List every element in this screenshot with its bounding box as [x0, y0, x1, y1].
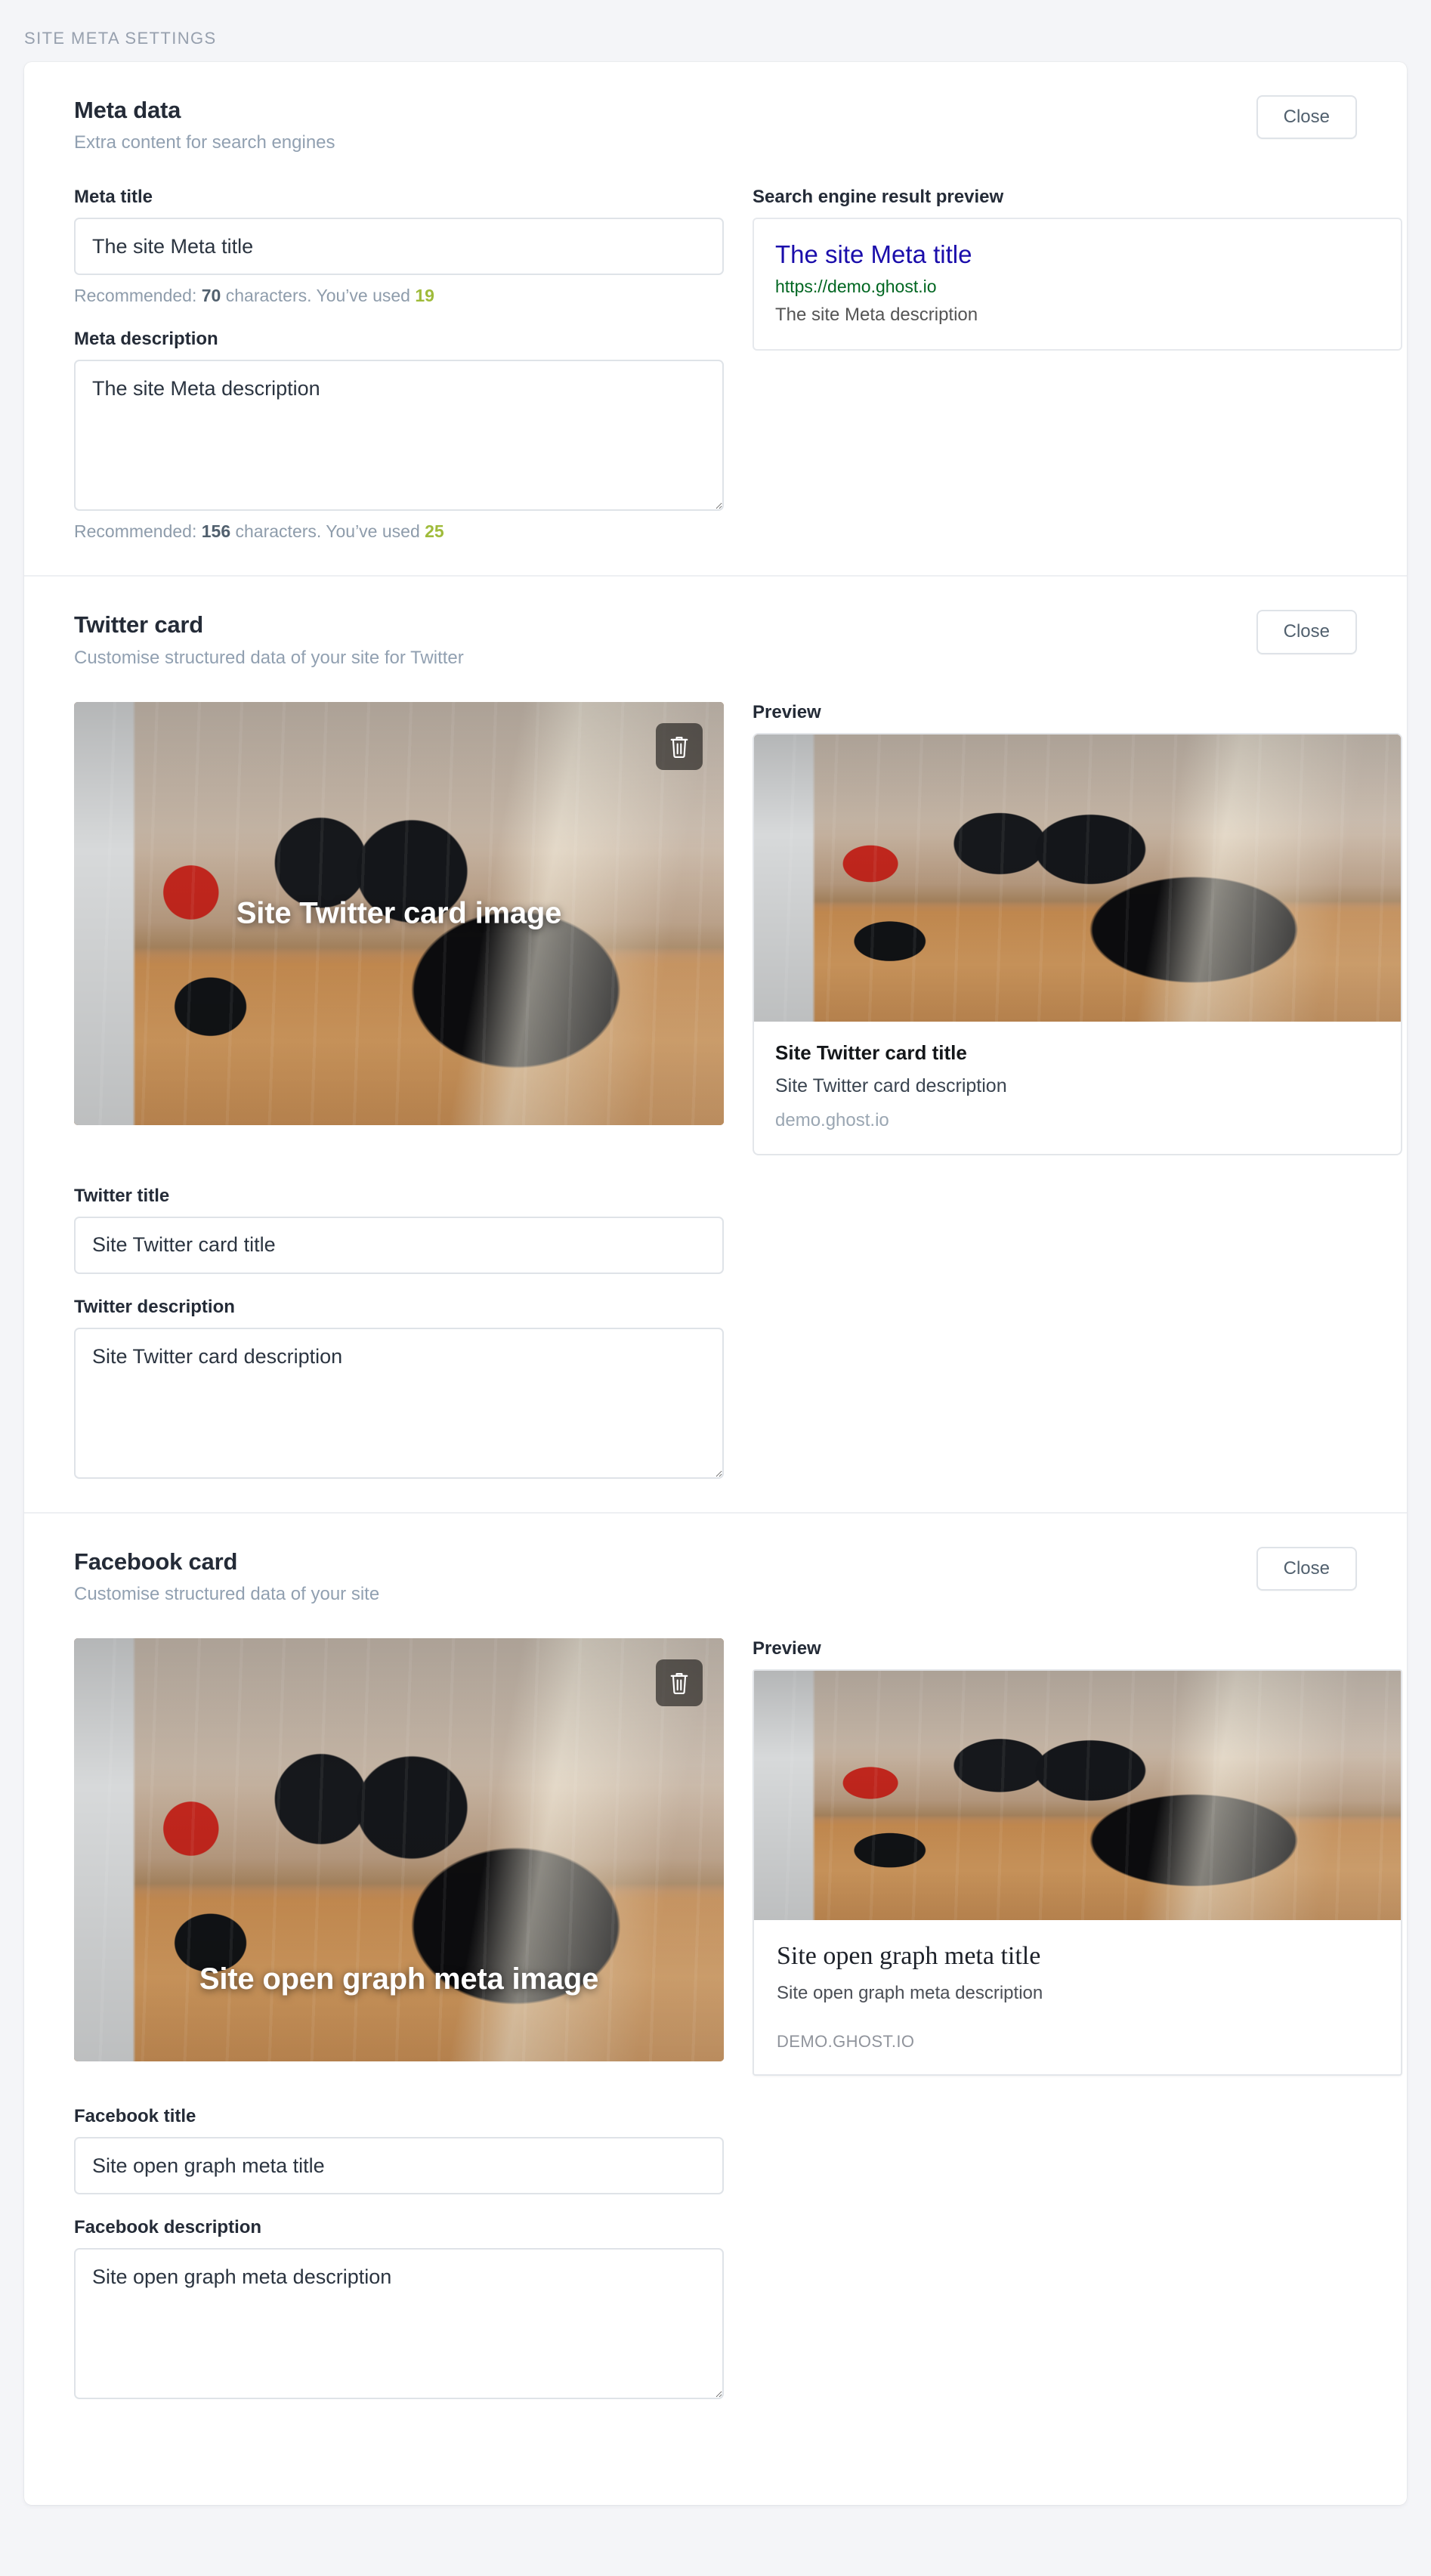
meta-title-field: Meta title Recommended: 70 characters. Y…	[74, 187, 724, 306]
meta-description-hint: Recommended: 156 characters. You’ve used…	[74, 521, 724, 542]
twitter-card-columns: Site Twitter card image Preview Site Twi…	[74, 701, 1402, 1155]
twitter-card-close-button[interactable]: Close	[1256, 610, 1357, 654]
twitter-preview-card: Site Twitter card title Site Twitter car…	[753, 732, 1402, 1155]
facebook-title-field: Facebook title	[74, 2106, 724, 2195]
facebook-title-input[interactable]	[74, 2137, 724, 2195]
meta-description-field: Meta description Recommended: 156 charac…	[74, 329, 724, 542]
meta-data-block: Meta data Extra content for search engin…	[24, 62, 1407, 577]
twitter-card-block: Twitter card Customise structured data o…	[24, 577, 1407, 1514]
facebook-image-column: Site open graph meta image	[74, 1638, 724, 2062]
twitter-card-title: Twitter card	[74, 611, 204, 639]
facebook-image-delete-button[interactable]	[656, 1659, 703, 1707]
page-section-label: SITE META SETTINGS	[24, 29, 217, 48]
search-preview-column: Search engine result preview The site Me…	[753, 187, 1402, 351]
twitter-preview-image	[754, 734, 1401, 1022]
search-engine-result-preview: The site Meta title https://demo.ghost.i…	[753, 218, 1402, 351]
facebook-card-header: Facebook card Customise structured data …	[74, 1546, 1357, 1605]
twitter-description-textarea[interactable]	[74, 1327, 724, 1479]
meta-description-label: Meta description	[74, 329, 218, 350]
twitter-title-input[interactable]	[74, 1216, 724, 1274]
meta-data-form-column: Meta title Recommended: 70 characters. Y…	[74, 187, 724, 542]
twitter-image-column: Site Twitter card image	[74, 701, 724, 1125]
twitter-preview-photo	[754, 734, 1401, 1022]
twitter-preview-url: demo.ghost.io	[775, 1109, 889, 1130]
facebook-preview-card: Site open graph meta title Site open gra…	[753, 1669, 1402, 2077]
twitter-preview-column: Preview Site Twitter card title Site Twi…	[753, 702, 1402, 1155]
facebook-title-label: Facebook title	[74, 2106, 196, 2127]
twitter-preview-label: Preview	[753, 701, 821, 722]
facebook-image-uploader[interactable]: Site open graph meta image	[74, 1638, 724, 2062]
search-preview-label: Search engine result preview	[753, 187, 1004, 208]
facebook-preview-description: Site open graph meta description	[777, 1982, 1043, 2003]
meta-title-label: Meta title	[74, 187, 153, 208]
twitter-description-label: Twitter description	[74, 1296, 235, 1317]
meta-title-hint: Recommended: 70 characters. You’ve used …	[74, 286, 724, 306]
facebook-preview-url: DEMO.GHOST.IO	[777, 2032, 915, 2052]
twitter-card-header: Twitter card Customise structured data o…	[74, 610, 1357, 668]
meta-description-textarea[interactable]	[74, 360, 724, 512]
twitter-image-uploader[interactable]: Site Twitter card image	[74, 701, 724, 1125]
serp-title: The site Meta title	[775, 240, 972, 269]
facebook-preview-image	[754, 1671, 1401, 1921]
serp-url: https://demo.ghost.io	[775, 276, 937, 296]
meta-title-hint-used: 19	[415, 286, 434, 306]
meta-data-header: Meta data Extra content for search engin…	[74, 95, 1357, 153]
meta-data-close-button[interactable]: Close	[1256, 95, 1357, 140]
facebook-card-close-button[interactable]: Close	[1256, 1546, 1357, 1591]
twitter-card-subtitle: Customise structured data of your site f…	[74, 647, 464, 668]
meta-description-hint-prefix: Recommended:	[74, 521, 197, 542]
meta-description-hint-count: 156	[201, 521, 231, 542]
twitter-image-delete-button[interactable]	[656, 722, 703, 770]
twitter-fields-column: Twitter title Twitter description	[74, 1186, 724, 1479]
meta-description-hint-mid: characters. You’ve used	[235, 521, 420, 542]
facebook-card-title: Facebook card	[74, 1548, 238, 1575]
facebook-spacer	[74, 2076, 1357, 2106]
twitter-preview-description: Site Twitter card description	[775, 1075, 1007, 1096]
facebook-description-textarea[interactable]	[74, 2248, 724, 2400]
facebook-preview-column: Preview Site open graph meta title Site …	[753, 1638, 1402, 2077]
facebook-card-block: Facebook card Customise structured data …	[24, 1514, 1407, 2505]
facebook-preview-photo	[754, 1671, 1401, 1921]
twitter-title-label: Twitter title	[74, 1185, 170, 1206]
facebook-preview-label: Preview	[753, 1638, 821, 1659]
site-meta-settings-page: SITE META SETTINGS Meta data Extra conte…	[0, 0, 1431, 2576]
meta-data-subtitle: Extra content for search engines	[74, 132, 335, 153]
twitter-image-overlay-text: Site Twitter card image	[236, 896, 562, 930]
facebook-image-overlay-text: Site open graph meta image	[199, 1962, 599, 1996]
facebook-image-photo	[74, 1638, 724, 2062]
meta-title-hint-prefix: Recommended:	[74, 286, 197, 306]
meta-title-input[interactable]	[74, 218, 724, 276]
meta-title-hint-count: 70	[201, 286, 221, 306]
twitter-description-field: Twitter description	[74, 1297, 724, 1479]
facebook-card-columns: Site open graph meta image Preview Site …	[74, 1638, 1402, 2077]
trash-icon	[669, 1671, 690, 1695]
serp-description: The site Meta description	[775, 304, 978, 325]
facebook-description-label: Facebook description	[74, 2217, 262, 2238]
twitter-preview-title: Site Twitter card title	[775, 1041, 967, 1064]
facebook-fields-column: Facebook title Facebook description	[74, 2106, 724, 2400]
twitter-spacer	[74, 1155, 1357, 1186]
twitter-preview-body: Site Twitter card title Site Twitter car…	[754, 1022, 1401, 1154]
trash-icon	[669, 734, 690, 759]
meta-title-hint-mid: characters. You’ve used	[225, 286, 410, 306]
twitter-title-field: Twitter title	[74, 1186, 724, 1274]
meta-data-columns: Meta title Recommended: 70 characters. Y…	[74, 187, 1402, 542]
meta-description-hint-used: 25	[425, 521, 444, 542]
settings-card: Meta data Extra content for search engin…	[24, 62, 1407, 2506]
meta-data-title: Meta data	[74, 97, 181, 123]
facebook-description-field: Facebook description	[74, 2217, 724, 2400]
facebook-preview-title: Site open graph meta title	[777, 1942, 1041, 1971]
facebook-card-subtitle: Customise structured data of your site	[74, 1584, 380, 1605]
facebook-preview-body: Site open graph meta title Site open gra…	[754, 1920, 1401, 2074]
